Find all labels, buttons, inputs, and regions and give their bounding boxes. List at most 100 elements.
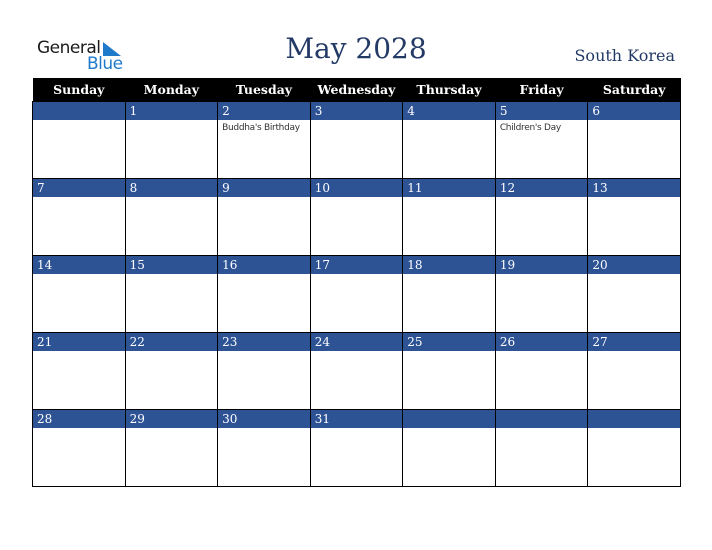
day-cell[interactable]: 14	[32, 255, 126, 333]
weekday-saturday: Saturday	[587, 78, 681, 102]
day-cell[interactable]: 5 Children's Day	[494, 101, 589, 179]
holiday-label	[403, 120, 495, 123]
day-number: 29	[125, 410, 218, 428]
holiday-label	[311, 274, 403, 277]
holiday-label	[311, 428, 403, 431]
day-cell[interactable]: 30	[217, 409, 311, 487]
day-number: 5	[495, 102, 588, 120]
day-cell[interactable]: 17	[309, 255, 404, 333]
country-label: South Korea	[574, 46, 675, 65]
holiday-label	[496, 428, 588, 431]
holiday-label	[403, 428, 495, 431]
holiday-label	[218, 351, 310, 354]
day-number	[33, 102, 125, 120]
weekday-sunday: Sunday	[32, 78, 126, 102]
day-cell[interactable]: 7	[32, 178, 126, 256]
holiday-label	[126, 428, 218, 431]
day-cell[interactable]: 26	[494, 332, 589, 410]
day-cell[interactable]: 4	[402, 101, 496, 179]
week-row: 14 15 16 17 18 19 20	[32, 255, 681, 333]
week-row: 7 8 9 10 11 12 13	[32, 178, 681, 256]
holiday-label	[588, 274, 680, 277]
day-cell[interactable]: 20	[587, 255, 681, 333]
holiday-label	[126, 197, 218, 200]
day-cell[interactable]	[494, 409, 589, 487]
holiday-label: Buddha's Birthday	[222, 123, 300, 133]
day-number: 13	[588, 179, 680, 197]
day-number: 12	[495, 179, 588, 197]
day-cell[interactable]: 21	[32, 332, 126, 410]
day-cell[interactable]: 31	[309, 409, 404, 487]
day-cell[interactable]: 23	[217, 332, 311, 410]
holiday-label	[403, 351, 495, 354]
day-cell[interactable]: 16	[217, 255, 311, 333]
day-number: 20	[588, 256, 680, 274]
day-number	[403, 410, 495, 428]
day-cell[interactable]: 8	[124, 178, 219, 256]
day-number: 31	[310, 410, 403, 428]
holiday-label	[588, 120, 680, 123]
day-cell[interactable]: 24	[309, 332, 404, 410]
weekday-monday: Monday	[125, 78, 218, 102]
day-number: 26	[495, 333, 588, 351]
holiday-label	[496, 274, 588, 277]
day-cell[interactable]: 9	[217, 178, 311, 256]
holiday-label	[588, 351, 680, 354]
holiday-label	[496, 351, 588, 354]
day-cell[interactable]: 6	[587, 101, 681, 179]
day-cell[interactable]: 29	[124, 409, 219, 487]
day-cell[interactable]: 18	[402, 255, 496, 333]
holiday-label	[126, 274, 218, 277]
holiday-label	[403, 197, 495, 200]
holiday-label	[33, 274, 125, 277]
week-row: 21 22 23 24 25 26 27	[32, 332, 681, 410]
day-number: 11	[403, 179, 495, 197]
day-number: 17	[310, 256, 403, 274]
day-number: 6	[588, 102, 680, 120]
day-number: 16	[218, 256, 310, 274]
weekday-header-row: Sunday Monday Tuesday Wednesday Thursday Frid…	[32, 78, 681, 102]
day-cell[interactable]	[402, 409, 496, 487]
day-number: 21	[33, 333, 125, 351]
weekday-friday: Friday	[495, 78, 588, 102]
day-number: 2	[218, 102, 310, 120]
day-cell[interactable]: 22	[124, 332, 219, 410]
day-cell[interactable]: 12	[494, 178, 589, 256]
day-cell[interactable]: 13	[587, 178, 681, 256]
day-cell[interactable]: 2 Buddha's Birthday	[217, 101, 311, 179]
holiday-label	[496, 197, 588, 200]
day-cell[interactable]: 28	[32, 409, 126, 487]
day-number: 18	[403, 256, 495, 274]
day-number: 14	[33, 256, 125, 274]
day-number: 28	[33, 410, 125, 428]
day-cell[interactable]	[32, 101, 126, 179]
day-cell[interactable]: 15	[124, 255, 219, 333]
holiday-label	[218, 428, 310, 431]
holiday-label	[126, 351, 218, 354]
holiday-label	[33, 428, 125, 431]
day-cell[interactable]: 25	[402, 332, 496, 410]
day-cell[interactable]: 19	[494, 255, 589, 333]
day-number	[588, 410, 680, 428]
holiday-label	[33, 351, 125, 354]
week-row: 1 2 Buddha's Birthday 3 4 5 Children's Day 6	[32, 101, 681, 179]
calendar-grid: Sunday Monday Tuesday Wednesday Thursday Frid…	[32, 78, 681, 487]
holiday-label	[33, 197, 125, 200]
day-number: 1	[125, 102, 218, 120]
weekday-tuesday: Tuesday	[217, 78, 311, 102]
week-row: 28 29 30 31	[32, 409, 681, 487]
day-cell[interactable]	[587, 409, 681, 487]
day-number: 25	[403, 333, 495, 351]
day-cell[interactable]: 27	[587, 332, 681, 410]
day-cell[interactable]: 11	[402, 178, 496, 256]
day-cell[interactable]: 1	[124, 101, 219, 179]
day-number: 3	[310, 102, 403, 120]
day-number: 22	[125, 333, 218, 351]
day-number: 27	[588, 333, 680, 351]
day-number: 19	[495, 256, 588, 274]
holiday-label	[218, 274, 310, 277]
day-number: 4	[403, 102, 495, 120]
day-cell[interactable]: 10	[309, 178, 404, 256]
day-cell[interactable]: 3	[309, 101, 404, 179]
weekday-wednesday: Wednesday	[310, 78, 403, 102]
